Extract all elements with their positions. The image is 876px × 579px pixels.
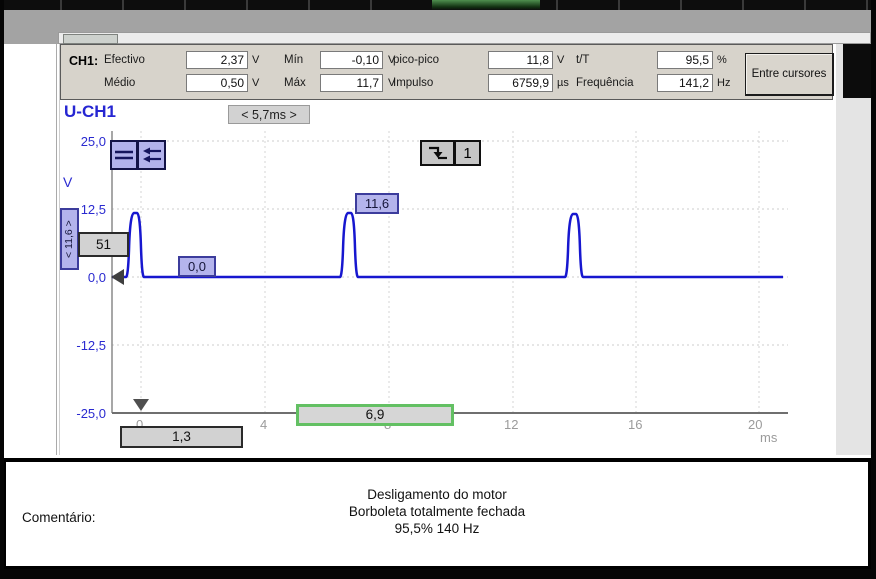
window-bottom-border bbox=[0, 569, 876, 579]
label-frequencia: Frequência bbox=[576, 77, 634, 89]
label-pico-pico: pico-pico bbox=[393, 54, 439, 66]
y-axis-unit: V bbox=[63, 174, 72, 190]
baseline-value-tag[interactable]: 0,0 bbox=[178, 256, 216, 277]
value-impulso: 6759,9 bbox=[488, 74, 553, 92]
left-readout-box[interactable]: 51 bbox=[78, 232, 129, 257]
unit-impulso: µs bbox=[557, 77, 569, 89]
value-frequencia: 141,2 bbox=[657, 74, 713, 92]
top-strip-active-segment bbox=[432, 0, 540, 10]
xtick-12: 12 bbox=[504, 417, 518, 432]
unit-medio: V bbox=[252, 77, 259, 89]
measurement-panel: CH1: Efectivo 2,37 V Mín -0,10 V pico-pi… bbox=[60, 44, 833, 100]
value-efectivo: 2,37 bbox=[186, 51, 248, 69]
comment-section: Comentário: Desligamento do motor Borbol… bbox=[2, 458, 872, 570]
label-max: Máx bbox=[284, 77, 306, 89]
trigger-source-label[interactable]: 1 bbox=[455, 140, 481, 166]
ytick-n12-5: -12,5 bbox=[60, 338, 106, 353]
time-marker-icon[interactable] bbox=[133, 399, 149, 411]
label-impulso: Impulso bbox=[393, 77, 433, 89]
channel-label: CH1: bbox=[69, 54, 98, 68]
comment-line-3: 95,5% 140 Hz bbox=[6, 520, 868, 537]
window-right-border bbox=[871, 0, 876, 579]
channel-position-icon[interactable] bbox=[110, 140, 138, 170]
trigger-falling-edge-icon[interactable] bbox=[420, 140, 455, 166]
baseline-arrow-icon[interactable] bbox=[111, 269, 124, 285]
ytick-25: 25,0 bbox=[60, 134, 106, 149]
label-tt: t/T bbox=[576, 54, 589, 66]
cursor-a-box[interactable]: 1,3 bbox=[120, 426, 243, 448]
comment-line-1: Desligamento do motor bbox=[6, 486, 868, 503]
label-efectivo: Efectivo bbox=[104, 54, 145, 66]
entre-cursores-button[interactable]: Entre cursores bbox=[745, 53, 834, 96]
unit-tt: % bbox=[717, 54, 727, 66]
xtick-4: 4 bbox=[260, 417, 267, 432]
value-pico-pico: 11,8 bbox=[488, 51, 553, 69]
value-max: 11,7 bbox=[320, 74, 383, 92]
value-medio: 0,50 bbox=[186, 74, 248, 92]
oscilloscope-chart: U-CH1 < 5,7ms > 25,0 12,5 0,0 -12,5 -25,… bbox=[60, 100, 833, 455]
unit-frequencia: Hz bbox=[717, 77, 730, 89]
ytick-n25: -25,0 bbox=[60, 406, 106, 421]
cursor-b-box[interactable]: 6,9 bbox=[296, 404, 454, 426]
xtick-16: 16 bbox=[628, 417, 642, 432]
comment-text: Desligamento do motor Borboleta totalmen… bbox=[6, 486, 868, 537]
shift-left-icon[interactable] bbox=[138, 140, 166, 170]
label-min: Mín bbox=[284, 54, 303, 66]
channel-control-icons[interactable] bbox=[110, 140, 166, 170]
window-left-border bbox=[0, 0, 4, 579]
level-marker-handle[interactable]: < 11,6 > bbox=[60, 208, 79, 270]
horizontal-scrollbar[interactable] bbox=[58, 32, 871, 44]
unit-efectivo: V bbox=[252, 54, 259, 66]
right-dark-patch bbox=[843, 44, 871, 98]
trigger-controls[interactable]: 1 bbox=[420, 140, 481, 166]
value-min: -0,10 bbox=[320, 51, 383, 69]
value-tt: 95,5 bbox=[657, 51, 713, 69]
ytick-0: 0,0 bbox=[60, 270, 106, 285]
scrollbar-thumb[interactable] bbox=[63, 34, 118, 44]
x-axis-unit: ms bbox=[760, 430, 777, 445]
peak-value-tag[interactable]: 11,6 bbox=[355, 193, 399, 214]
comment-line-2: Borboleta totalmente fechada bbox=[6, 503, 868, 520]
right-margin-strip bbox=[836, 44, 871, 455]
unit-pico-pico: V bbox=[557, 54, 564, 66]
label-medio: Médio bbox=[104, 77, 135, 89]
